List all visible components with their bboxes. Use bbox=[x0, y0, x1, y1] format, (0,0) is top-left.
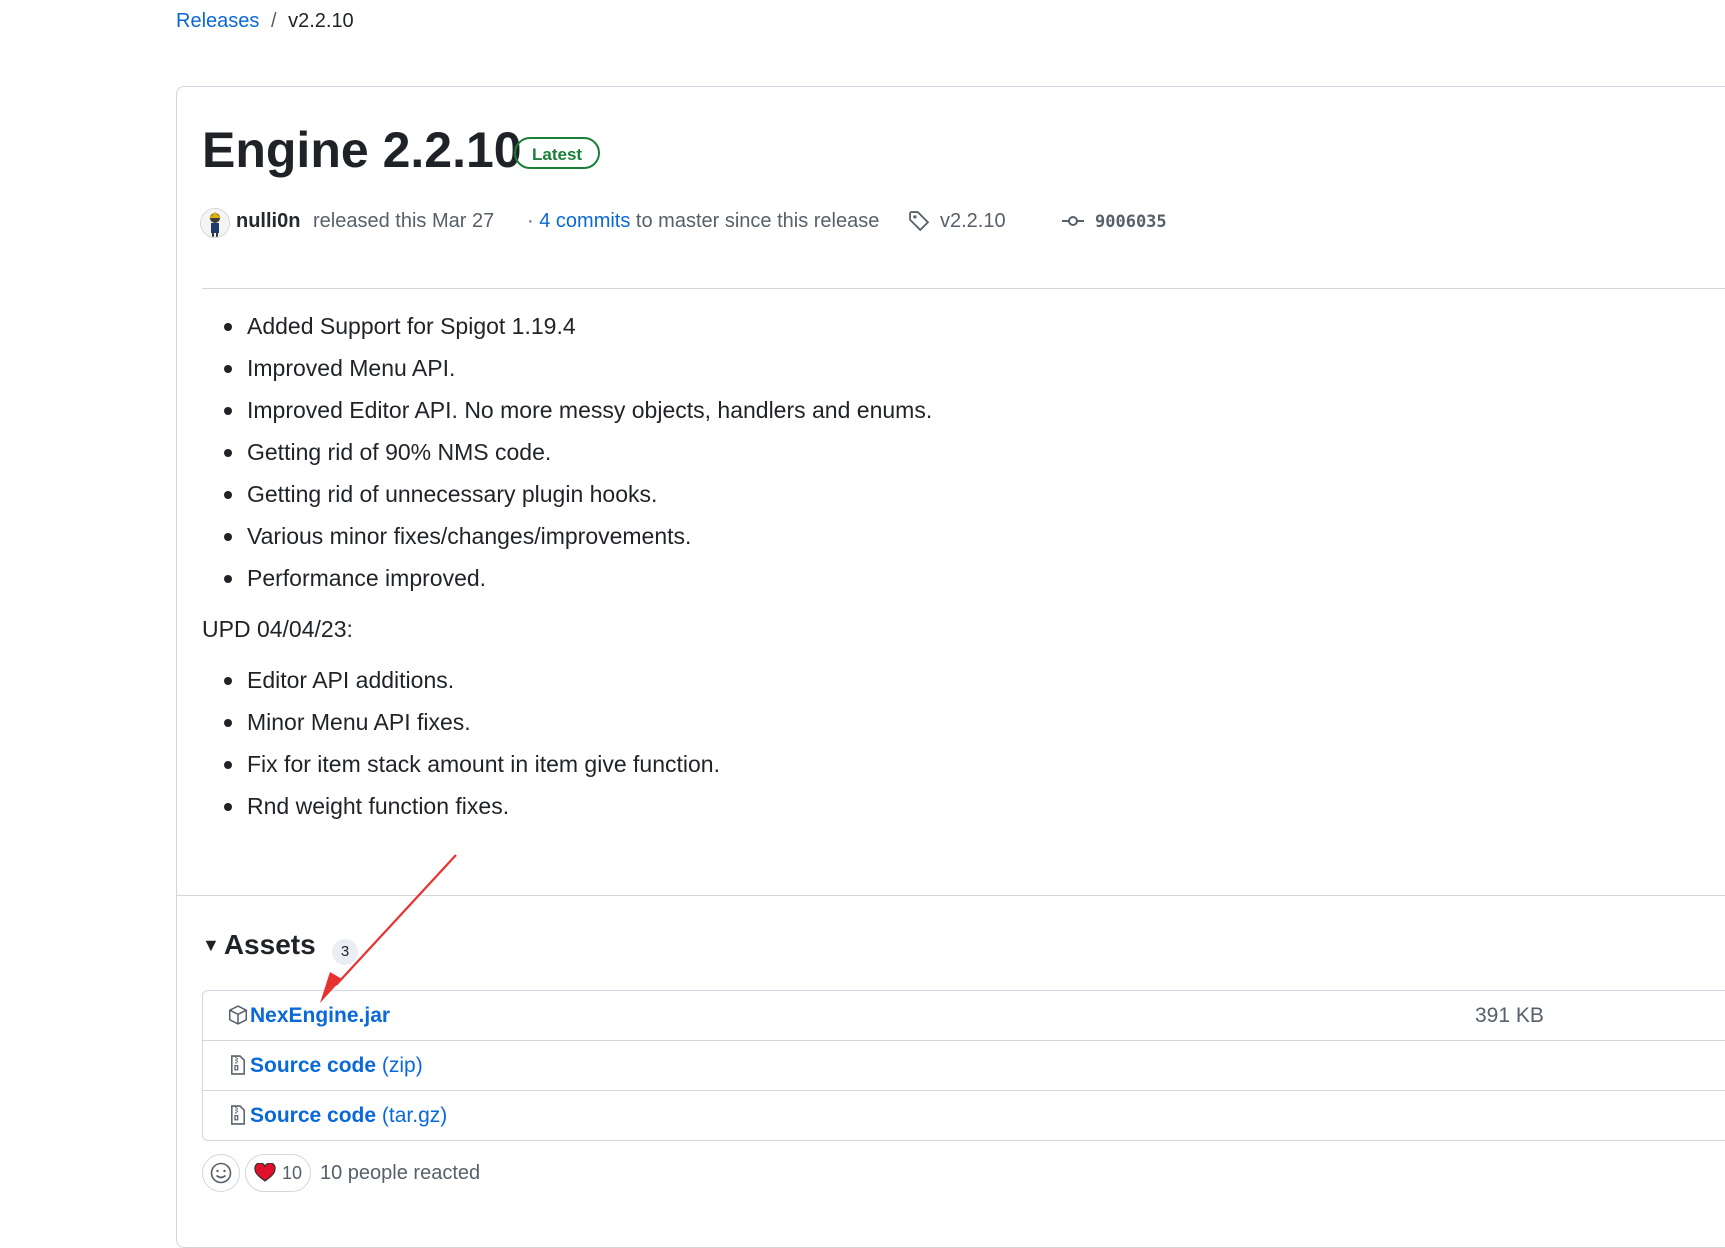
tag-link[interactable]: v2.2.10 bbox=[908, 205, 1006, 237]
release-title: Engine 2.2.10 bbox=[202, 122, 522, 178]
asset-size: 391 KB bbox=[1475, 1004, 1544, 1027]
commits-dot: · bbox=[527, 210, 534, 232]
asset-ext: (zip) bbox=[381, 1054, 423, 1077]
list-item: Performance improved. bbox=[223, 557, 932, 599]
asset-link-source-zip[interactable]: Source code (zip) bbox=[250, 1041, 423, 1090]
asset-link-nexengine-jar[interactable]: NexEngine.jar bbox=[250, 991, 390, 1040]
file-zip-icon bbox=[231, 1105, 245, 1125]
released-date-text: released this Mar 27 bbox=[313, 210, 495, 232]
list-item: Improved Editor API. No more messy objec… bbox=[223, 389, 932, 431]
list-item: Added Support for Spigot 1.19.4 bbox=[223, 305, 932, 347]
file-zip-icon bbox=[231, 1055, 245, 1075]
list-item: Editor API additions. bbox=[223, 659, 932, 701]
git-commit-icon bbox=[1062, 216, 1084, 226]
list-item: Rnd weight function fixes. bbox=[223, 785, 932, 827]
list-item: Various minor fixes/changes/improvements… bbox=[223, 515, 932, 557]
breadcrumb-releases-link[interactable]: Releases bbox=[176, 10, 259, 32]
author-avatar[interactable] bbox=[200, 208, 230, 238]
update-list: Editor API additions. Minor Menu API fix… bbox=[202, 659, 932, 827]
assets-list: NexEngine.jar 391 KB Source code (zip) S… bbox=[202, 990, 1725, 1141]
commit-sha: 9006035 bbox=[1095, 212, 1167, 232]
breadcrumb: Releases / v2.2.10 bbox=[176, 10, 354, 33]
tag-label: v2.2.10 bbox=[940, 210, 1006, 232]
heart-count: 10 bbox=[282, 1163, 303, 1183]
commits-since-release: · 4 commits to master since this release bbox=[527, 205, 879, 237]
breadcrumb-separator: / bbox=[270, 10, 277, 32]
assets-count-badge: 3 bbox=[332, 939, 358, 965]
list-item: Getting rid of unnecessary plugin hooks. bbox=[223, 473, 932, 515]
tag-icon bbox=[909, 211, 930, 232]
assets-heading: Assets bbox=[223, 929, 316, 960]
commits-suffix: to master since this release bbox=[635, 210, 880, 232]
commit-link[interactable]: 9006035 bbox=[1061, 205, 1167, 238]
assets-toggle[interactable]: ▼ Assets bbox=[202, 929, 316, 961]
heart-icon bbox=[254, 1163, 276, 1182]
asset-name: Source code bbox=[250, 1104, 377, 1127]
update-heading: UPD 04/04/23: bbox=[202, 616, 353, 642]
breadcrumb-current: v2.2.10 bbox=[288, 10, 354, 32]
triangle-down-icon: ▼ bbox=[202, 935, 220, 955]
add-reaction-button[interactable] bbox=[202, 1154, 240, 1192]
asset-row: Source code (zip) bbox=[203, 1040, 1725, 1090]
list-item: Fix for item stack amount in item give f… bbox=[223, 743, 932, 785]
release-notes: Added Support for Spigot 1.19.4 Improved… bbox=[202, 305, 932, 827]
release-card: Engine 2.2.10 Latest nulli0n released th… bbox=[176, 86, 1725, 1248]
divider bbox=[177, 895, 1725, 896]
package-icon bbox=[228, 1005, 248, 1025]
asset-row: NexEngine.jar 391 KB bbox=[203, 991, 1725, 1040]
heart-reaction-button[interactable]: 10 bbox=[245, 1154, 311, 1192]
asset-name: Source code bbox=[250, 1054, 377, 1077]
author-link[interactable]: nulli0n bbox=[236, 205, 300, 237]
release-meta: nulli0n released this Mar 27 · 4 commits… bbox=[200, 205, 1700, 238]
list-item: Getting rid of 90% NMS code. bbox=[223, 431, 932, 473]
notes-list: Added Support for Spigot 1.19.4 Improved… bbox=[202, 305, 932, 599]
list-item: Improved Menu API. bbox=[223, 347, 932, 389]
divider bbox=[202, 288, 1725, 289]
latest-badge: Latest bbox=[514, 137, 601, 169]
smiley-icon bbox=[210, 1162, 232, 1184]
asset-row: Source code (tar.gz) bbox=[203, 1090, 1725, 1140]
reactions-summary: 10 people reacted bbox=[320, 1162, 481, 1184]
asset-link-source-targz[interactable]: Source code (tar.gz) bbox=[250, 1091, 447, 1140]
list-item: Minor Menu API fixes. bbox=[223, 701, 932, 743]
commits-link[interactable]: 4 commits bbox=[539, 210, 630, 232]
asset-ext: (tar.gz) bbox=[381, 1104, 448, 1127]
